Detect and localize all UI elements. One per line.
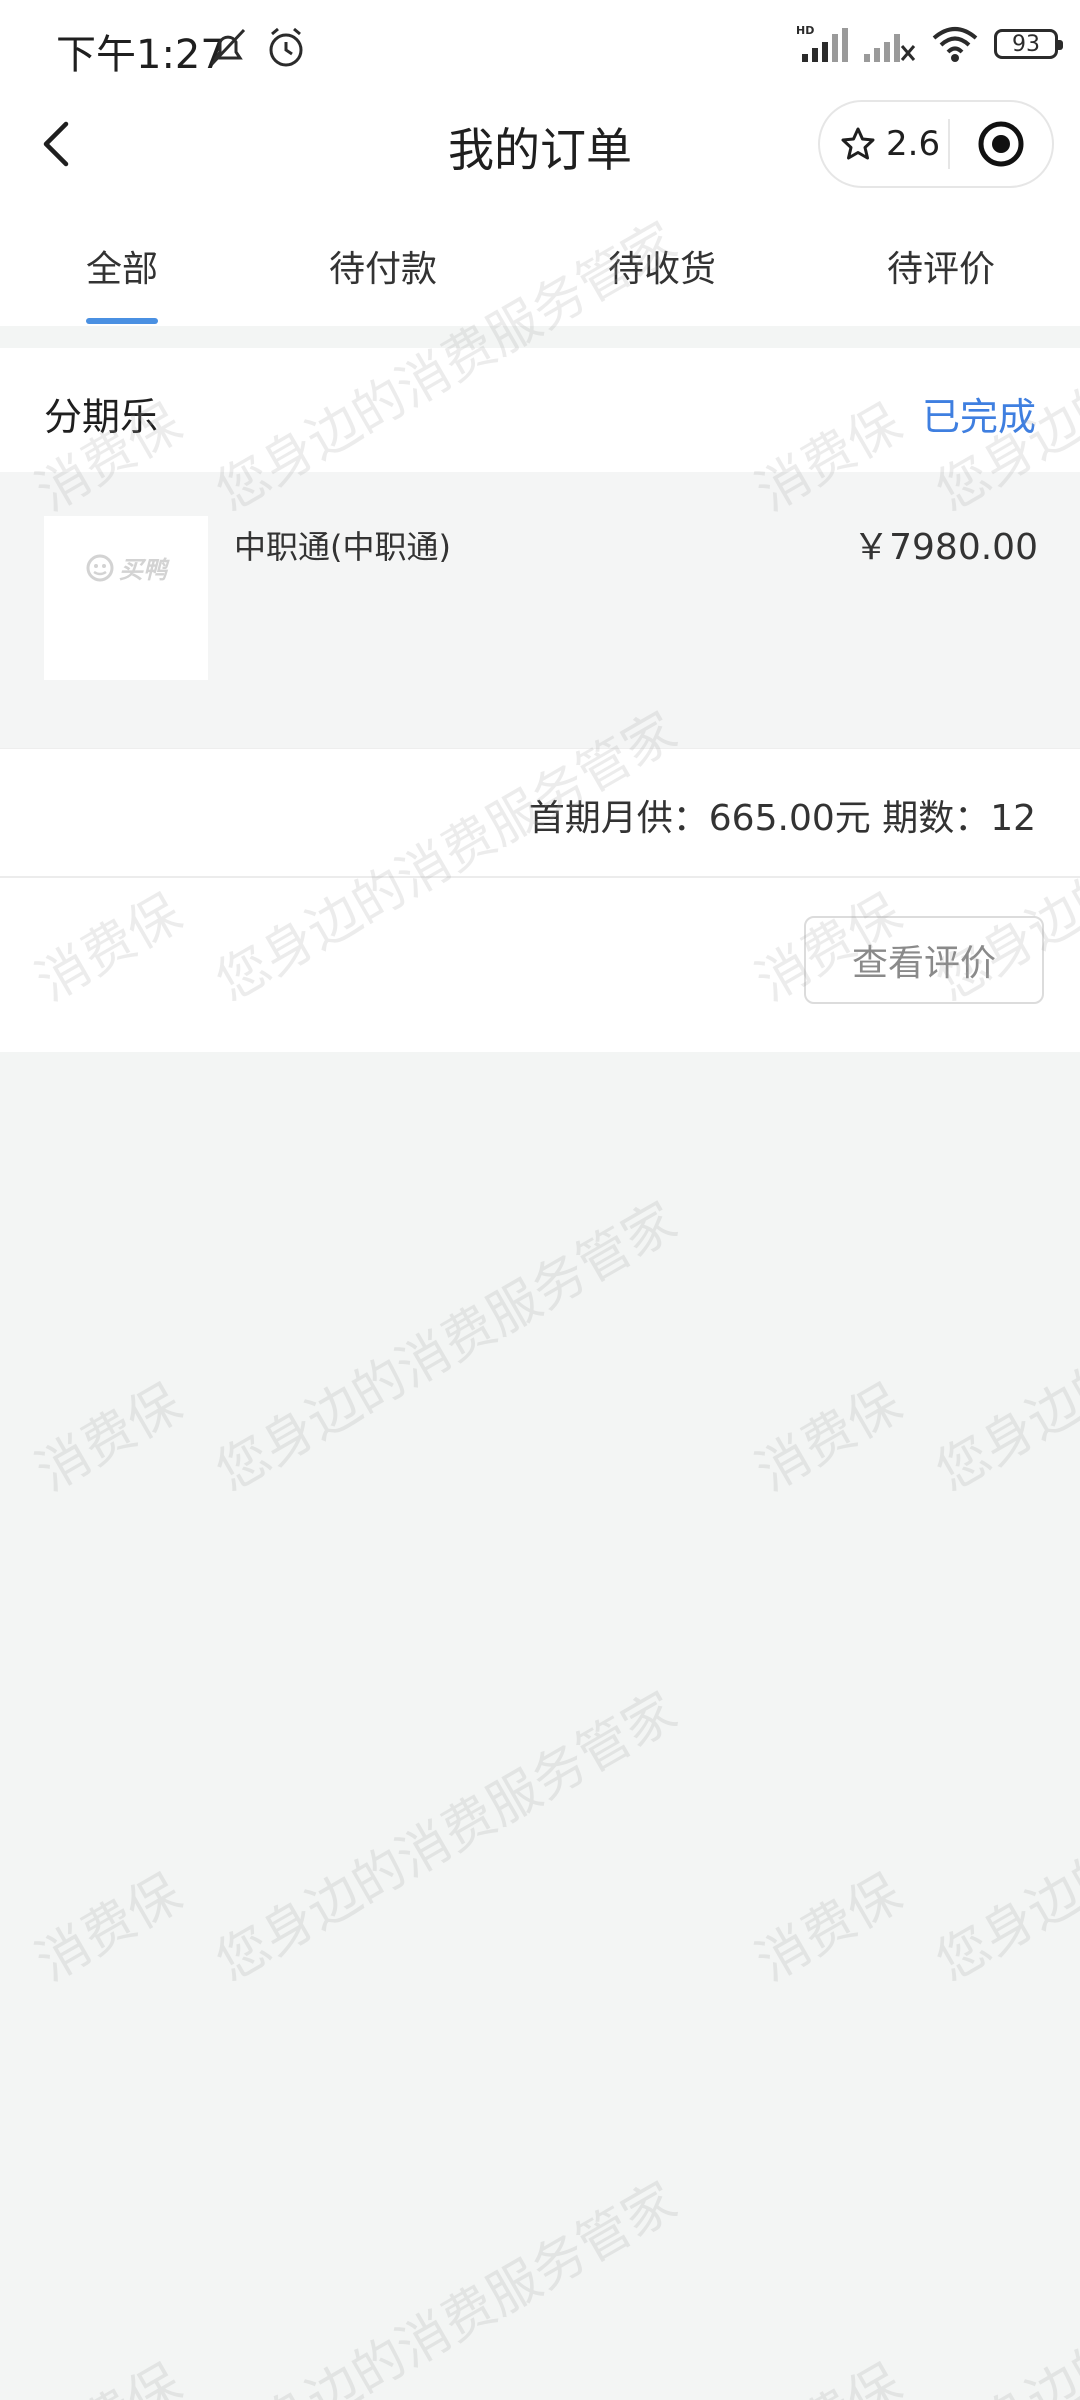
item-price: ￥7980.00 <box>853 527 1038 568</box>
order-installment-info: 首期月供：665.00元 期数：12 <box>0 748 1080 878</box>
tab-all[interactable]: 全部 <box>86 240 158 292</box>
order-item[interactable]: 买鸭 中职通(中职通) ￥7980.00 <box>0 472 1080 748</box>
view-review-button[interactable]: 查看评价 <box>804 916 1044 1004</box>
tab-pending-review[interactable]: 待评价 <box>887 240 995 292</box>
watermark-line2: 您身边的消费服务管家 <box>926 1681 1080 1994</box>
signal-hd-icon: HD <box>796 24 848 62</box>
wifi-icon <box>932 27 978 62</box>
mute-and-alarm-icons <box>210 27 303 67</box>
close-miniapp-button[interactable] <box>950 119 1052 169</box>
watermark-line1: 消费保 <box>746 1373 912 1504</box>
star-icon <box>841 127 875 160</box>
order-card-header[interactable]: 分期乐 已完成 <box>0 348 1080 472</box>
watermark-line2: 您身边的消费服务管家 <box>206 1191 687 1504</box>
watermark-line2: 您身边的消费服务管家 <box>206 2171 687 2400</box>
orders-page: 下午1:27 HD 93 我的订单 2.6 全部 待付款 待收货 待评价 分期乐… <box>0 0 1080 2400</box>
rating-button[interactable]: 2.6 <box>820 124 948 164</box>
watermark-line1: 消费保 <box>20 2342 193 2400</box>
active-tab-indicator <box>86 318 158 324</box>
tab-pending-receipt[interactable]: 待收货 <box>608 240 716 292</box>
status-right: HD 93 <box>796 24 1063 64</box>
duck-logo-icon <box>86 554 114 581</box>
target-icon <box>978 121 1024 167</box>
watermark-line1: 消费保 <box>740 2342 913 2400</box>
watermark-line2: 您身边的消费服务管家 <box>926 2171 1080 2400</box>
rating-score: 2.6 <box>886 124 941 164</box>
status-time: 下午1:27 <box>56 32 226 78</box>
status-left-icons <box>206 24 316 76</box>
order-shop-name: 分期乐 <box>44 395 159 439</box>
item-name: 中职通(中职通) <box>234 528 451 566</box>
item-logo-text: 买鸭 <box>119 556 167 584</box>
tab-pending-payment[interactable]: 待付款 <box>329 240 437 292</box>
battery-indicator: 93 <box>994 29 1063 59</box>
title-bar: 我的订单 2.6 <box>0 96 1080 192</box>
signal-no-service-icon <box>864 34 916 62</box>
battery-level: 93 <box>1012 31 1040 57</box>
svg-text:HD: HD <box>796 24 814 37</box>
order-actions: 查看评价 <box>0 878 1080 1052</box>
miniapp-capsule: 2.6 <box>818 100 1054 188</box>
watermark-line1: 消费保 <box>26 1863 192 1994</box>
order-tabs: 全部 待付款 待收货 待评价 <box>0 192 1080 326</box>
watermark-line2: 您身边的消费服务管家 <box>926 1191 1080 1504</box>
item-logo: 买鸭 <box>85 550 167 585</box>
item-thumbnail: 买鸭 <box>44 516 208 680</box>
status-bar: 下午1:27 HD 93 <box>0 0 1080 96</box>
watermark-line1: 消费保 <box>746 1863 912 1994</box>
watermark-line2: 您身边的消费服务管家 <box>206 1681 687 1994</box>
order-status: 已完成 <box>921 395 1036 439</box>
watermark-line1: 消费保 <box>26 1373 192 1504</box>
installment-text: 首期月供：665.00元 期数：12 <box>528 798 1036 839</box>
